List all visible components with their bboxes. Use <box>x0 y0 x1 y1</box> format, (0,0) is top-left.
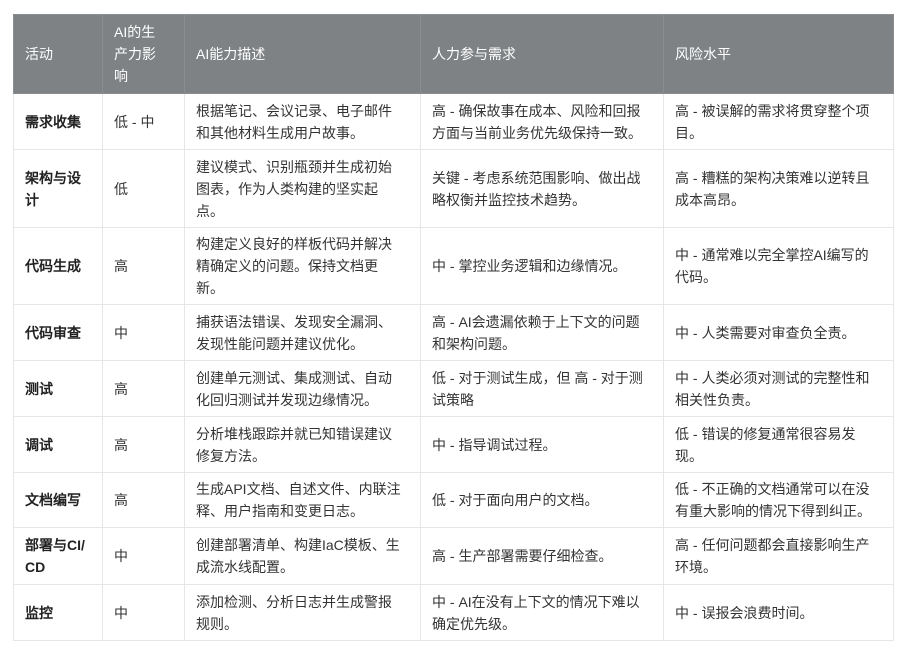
cell-capability: 创建单元测试、集成测试、自动化回归测试并发现边缘情况。 <box>184 360 421 417</box>
table-row: 需求收集低 - 中根据笔记、会议记录、电子邮件和其他材料生成用户故事。高 - 确… <box>13 93 894 150</box>
table-row: 代码生成高构建定义良好的样板代码并解决精确定义的问题。保持文档更新。中 - 掌控… <box>13 227 894 305</box>
cell-human: 低 - 对于面向用户的文档。 <box>420 472 664 528</box>
cell-activity: 架构与设计 <box>13 149 103 228</box>
cell-impact: 中 <box>102 584 185 641</box>
cell-risk: 高 - 被误解的需求将贯穿整个项目。 <box>663 93 894 150</box>
cell-risk: 高 - 任何问题都会直接影响生产环境。 <box>663 527 894 585</box>
cell-risk: 中 - 通常难以完全掌控AI编写的代码。 <box>663 227 894 305</box>
cell-risk: 低 - 不正确的文档通常可以在没有重大影响的情况下得到纠正。 <box>663 472 894 528</box>
cell-impact: 高 <box>102 227 185 305</box>
cell-human: 中 - 掌控业务逻辑和边缘情况。 <box>420 227 664 305</box>
cell-risk: 中 - 误报会浪费时间。 <box>663 584 894 641</box>
cell-activity: 调试 <box>13 416 103 473</box>
header-impact: AI的生产力影响 <box>102 14 185 94</box>
table-row: 监控中添加检测、分析日志并生成警报规则。中 - AI在没有上下文的情况下难以确定… <box>13 584 894 641</box>
table-row: 部署与CI/CD 中创建部署清单、构建IaC模板、生成流水线配置。高 - 生产部署… <box>13 527 894 585</box>
cell-capability: 生成API文档、自述文件、内联注释、用户指南和变更日志。 <box>184 472 421 528</box>
cell-activity: 代码审查 <box>13 304 103 361</box>
table-row: 测试高创建单元测试、集成测试、自动化回归测试并发现边缘情况。低 - 对于测试生成… <box>13 360 894 417</box>
cell-impact: 中 <box>102 304 185 361</box>
cell-human: 中 - AI在没有上下文的情况下难以确定优先级。 <box>420 584 664 641</box>
cell-human: 高 - AI会遗漏依赖于上下文的问题和架构问题。 <box>420 304 664 361</box>
cell-activity: 代码生成 <box>13 227 103 305</box>
table-row: 文档编写高生成API文档、自述文件、内联注释、用户指南和变更日志。低 - 对于面… <box>13 472 894 528</box>
cell-capability: 分析堆栈跟踪并就已知错误建议修复方法。 <box>184 416 421 473</box>
cell-risk: 中 - 人类需要对审查负全责。 <box>663 304 894 361</box>
cell-capability: 建议模式、识别瓶颈并生成初始图表，作为人类构建的坚实起点。 <box>184 149 421 228</box>
cell-impact: 低 <box>102 149 185 228</box>
cell-activity: 测试 <box>13 360 103 417</box>
cell-capability: 创建部署清单、构建IaC模板、生成流水线配置。 <box>184 527 421 585</box>
cell-risk: 低 - 错误的修复通常很容易发现。 <box>663 416 894 473</box>
cell-human: 中 - 指导调试过程。 <box>420 416 664 473</box>
cell-human: 低 - 对于测试生成，但 高 - 对于测试策略 <box>420 360 664 417</box>
cell-activity: 部署与CI/CD <box>13 527 103 585</box>
cell-activity: 文档编写 <box>13 472 103 528</box>
cell-human: 高 - 确保故事在成本、风险和回报方面与当前业务优先级保持一致。 <box>420 93 664 150</box>
cell-impact: 高 <box>102 472 185 528</box>
cell-activity: 监控 <box>13 584 103 641</box>
header-human: 人力参与需求 <box>420 14 664 94</box>
ai-impact-table: 活动 AI的生产力影响 AI能力描述 人力参与需求 风险水平 需求收集低 - 中… <box>13 14 894 641</box>
cell-risk: 高 - 糟糕的架构决策难以逆转且成本高昂。 <box>663 149 894 228</box>
table-row: 代码审查中捕获语法错误、发现安全漏洞、发现性能问题并建议优化。高 - AI会遗漏… <box>13 304 894 361</box>
cell-impact: 高 <box>102 416 185 473</box>
cell-activity: 需求收集 <box>13 93 103 150</box>
cell-capability: 构建定义良好的样板代码并解决精确定义的问题。保持文档更新。 <box>184 227 421 305</box>
cell-human: 高 - 生产部署需要仔细检查。 <box>420 527 664 585</box>
cell-capability: 根据笔记、会议记录、电子邮件和其他材料生成用户故事。 <box>184 93 421 150</box>
cell-impact: 高 <box>102 360 185 417</box>
cell-capability: 添加检测、分析日志并生成警报规则。 <box>184 584 421 641</box>
cell-human: 关键 - 考虑系统范围影响、做出战略权衡并监控技术趋势。 <box>420 149 664 228</box>
cell-impact: 中 <box>102 527 185 585</box>
table-row: 架构与设计低建议模式、识别瓶颈并生成初始图表，作为人类构建的坚实起点。 关键 - … <box>13 149 894 228</box>
header-capability: AI能力描述 <box>184 14 421 94</box>
header-row: 活动 AI的生产力影响 AI能力描述 人力参与需求 风险水平 <box>13 14 894 94</box>
cell-risk: 中 - 人类必须对测试的完整性和相关性负责。 <box>663 360 894 417</box>
table-row: 调试高分析堆栈跟踪并就已知错误建议修复方法。中 - 指导调试过程。低 - 错误的… <box>13 416 894 473</box>
header-risk: 风险水平 <box>663 14 894 94</box>
cell-capability: 捕获语法错误、发现安全漏洞、发现性能问题并建议优化。 <box>184 304 421 361</box>
header-activity: 活动 <box>13 14 103 94</box>
cell-impact: 低 - 中 <box>102 93 185 150</box>
